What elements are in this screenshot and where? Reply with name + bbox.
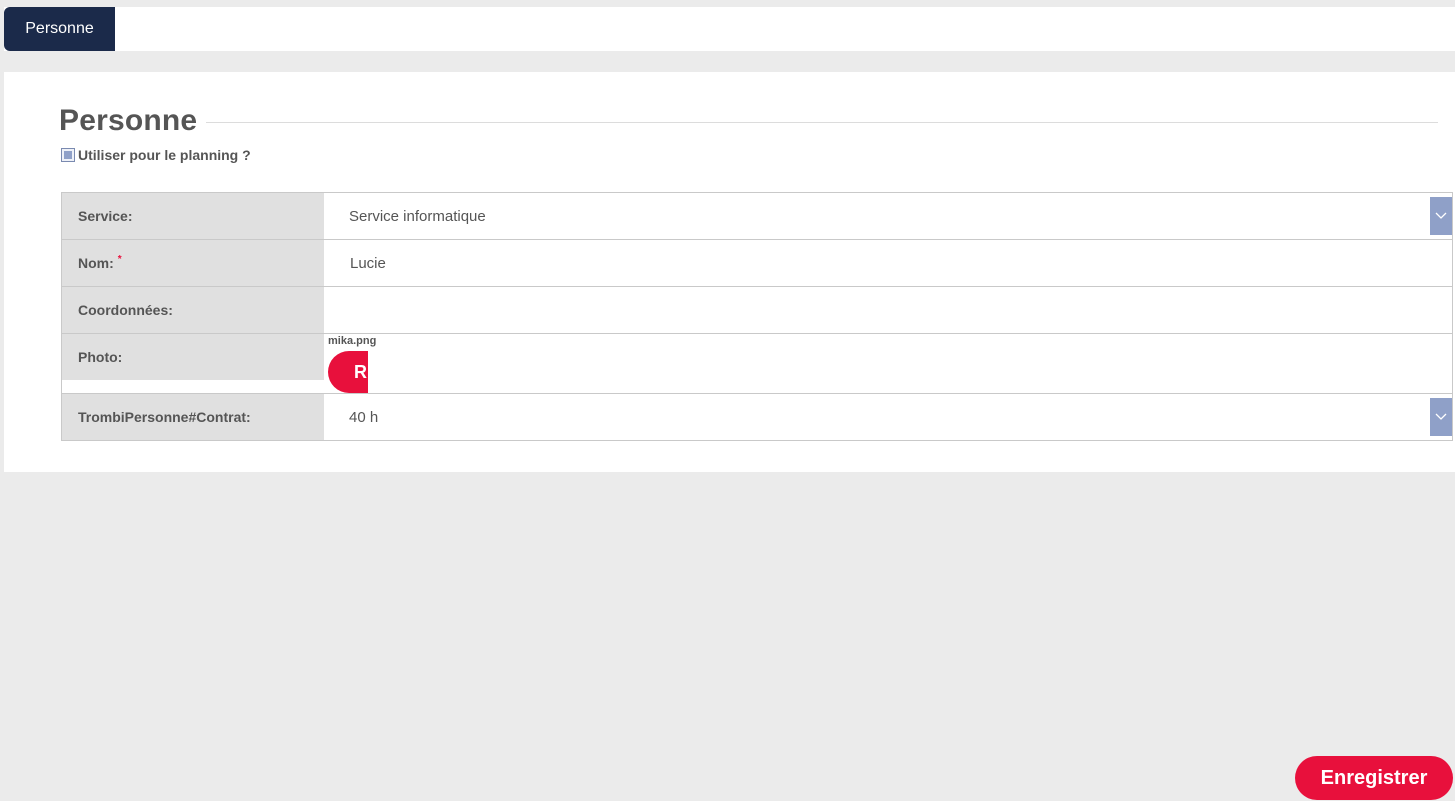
photo-upload-button[interactable]: R — [328, 351, 368, 393]
contrat-select-arrow[interactable] — [1430, 398, 1452, 436]
photo-file-name: mika.png — [328, 335, 377, 347]
photo-label-cell: Photo: — [62, 334, 324, 393]
person-form: Service: Service informatique Nom: * Luc… — [61, 192, 1453, 441]
coordonnees-input[interactable] — [324, 287, 1452, 333]
coordonnees-row: Coordonnées: — [62, 287, 1453, 334]
nom-label: Nom: * — [62, 240, 324, 286]
required-marker: * — [117, 253, 122, 265]
contrat-select[interactable]: 40 h — [324, 394, 1452, 440]
form-card: Personne Utiliser pour le planning ? Ser… — [4, 72, 1455, 472]
nom-input-value: Lucie — [350, 254, 386, 272]
nom-label-text: Nom: — [78, 255, 114, 271]
service-row: Service: Service informatique — [62, 193, 1453, 240]
photo-label: Photo: — [62, 334, 324, 380]
photo-field: mika.png R — [324, 334, 1452, 393]
planning-checkbox-label[interactable]: Utiliser pour le planning ? — [78, 147, 251, 163]
chevron-down-icon — [1435, 212, 1447, 219]
tab-personne[interactable]: Personne — [4, 7, 115, 51]
service-select-value: Service informatique — [349, 207, 486, 225]
planning-checkbox-row: Utiliser pour le planning ? — [61, 147, 251, 163]
tab-bar: Personne — [4, 7, 1455, 51]
nom-input[interactable]: Lucie — [324, 240, 1452, 286]
coordonnees-label: Coordonnées: — [62, 287, 324, 333]
planning-checkbox[interactable] — [61, 148, 75, 162]
photo-row: Photo: mika.png R — [62, 334, 1453, 394]
nom-row: Nom: * Lucie — [62, 240, 1453, 287]
contrat-select-value: 40 h — [349, 408, 379, 426]
chevron-down-icon — [1435, 413, 1447, 420]
save-button[interactable]: Enregistrer — [1295, 756, 1453, 800]
section-title: Personne — [59, 104, 198, 137]
service-select[interactable]: Service informatique — [324, 193, 1452, 239]
title-divider — [206, 122, 1438, 123]
service-label: Service: — [62, 193, 324, 239]
contrat-label: TrombiPersonne#Contrat: — [62, 394, 324, 440]
contrat-row: TrombiPersonne#Contrat: 40 h — [62, 394, 1453, 441]
service-select-arrow[interactable] — [1430, 197, 1452, 235]
